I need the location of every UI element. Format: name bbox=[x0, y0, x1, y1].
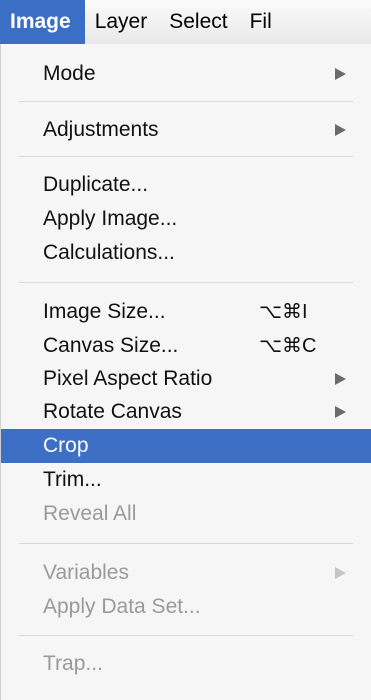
menu-item-label: Reveal All bbox=[43, 502, 137, 525]
menu-item-label: Duplicate... bbox=[43, 173, 149, 196]
screen: Image Layer Select Fil Mode Adjustments … bbox=[0, 0, 371, 700]
menu-item-label: Rotate Canvas bbox=[43, 400, 182, 423]
menu-item-mode[interactable]: Mode bbox=[1, 57, 371, 91]
menu-bar: Image Layer Select Fil bbox=[0, 0, 371, 45]
menu-item-adjustments[interactable]: Adjustments bbox=[1, 113, 371, 147]
menu-separator bbox=[19, 282, 353, 283]
menu-item-pixel-aspect-ratio[interactable]: Pixel Aspect Ratio bbox=[1, 362, 371, 396]
submenu-arrow-icon bbox=[335, 68, 346, 80]
menu-item-label: Canvas Size... bbox=[43, 334, 179, 357]
menu-item-label: Apply Data Set... bbox=[43, 595, 201, 618]
menu-item-rotate-canvas[interactable]: Rotate Canvas bbox=[1, 395, 371, 429]
menu-item-shortcut: ⌥⌘I bbox=[259, 301, 308, 323]
menu-item-apply-image[interactable]: Apply Image... bbox=[1, 202, 371, 236]
menu-item-duplicate[interactable]: Duplicate... bbox=[1, 168, 371, 202]
menu-item-variables[interactable]: Variables bbox=[1, 556, 371, 590]
menubar-layer[interactable]: Layer bbox=[85, 0, 160, 44]
menu-item-label: Apply Image... bbox=[43, 207, 178, 230]
menu-item-trim[interactable]: Trim... bbox=[1, 463, 371, 497]
menu-item-trap[interactable]: Trap... bbox=[1, 647, 371, 681]
menu-item-label: Calculations... bbox=[43, 241, 175, 264]
menu-separator bbox=[19, 101, 353, 102]
image-menu-dropdown: Mode Adjustments Duplicate... Apply Imag… bbox=[0, 44, 371, 700]
menubar-file[interactable]: Fil bbox=[240, 0, 284, 44]
menu-item-label: Mode bbox=[43, 62, 96, 85]
menu-item-label: Trap... bbox=[43, 652, 103, 675]
menu-item-shortcut: ⌥⌘C bbox=[259, 335, 317, 357]
menu-item-label: Image Size... bbox=[43, 300, 166, 323]
submenu-arrow-icon bbox=[335, 373, 346, 385]
menu-item-reveal-all[interactable]: Reveal All bbox=[1, 497, 371, 531]
submenu-arrow-icon bbox=[335, 406, 346, 418]
menu-item-label: Pixel Aspect Ratio bbox=[43, 367, 213, 390]
menu-item-calculations[interactable]: Calculations... bbox=[1, 236, 371, 270]
submenu-arrow-icon bbox=[335, 567, 346, 579]
menu-item-label: Adjustments bbox=[43, 118, 159, 141]
menu-separator bbox=[19, 635, 353, 636]
menubar-select[interactable]: Select bbox=[159, 0, 239, 44]
menu-item-canvas-size[interactable]: Canvas Size... ⌥⌘C bbox=[1, 329, 371, 363]
menu-item-apply-data-set[interactable]: Apply Data Set... bbox=[1, 590, 371, 624]
menubar-image[interactable]: Image bbox=[0, 0, 85, 44]
menu-item-label: Trim... bbox=[43, 468, 102, 491]
menu-separator bbox=[19, 156, 353, 157]
submenu-arrow-icon bbox=[335, 124, 346, 136]
menu-item-label: Crop bbox=[43, 434, 89, 457]
menu-item-label: Variables bbox=[43, 561, 129, 584]
menu-item-image-size[interactable]: Image Size... ⌥⌘I bbox=[1, 295, 371, 329]
menu-separator bbox=[19, 543, 353, 544]
menu-item-crop[interactable]: Crop bbox=[1, 429, 371, 463]
